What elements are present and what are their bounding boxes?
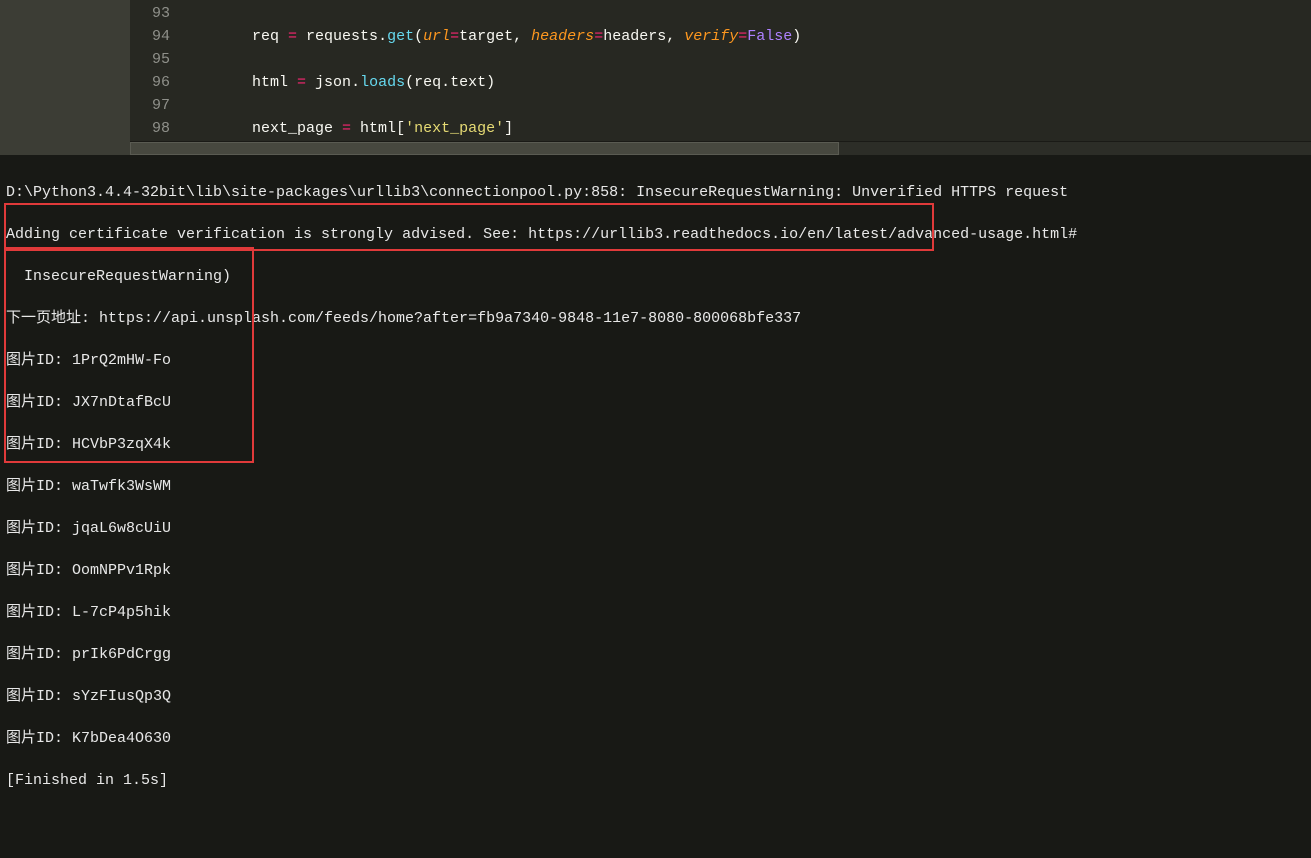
code-line[interactable]: next_page = html['next_page']	[180, 117, 801, 140]
console-line: 图片ID: L-7cP4p5hik	[6, 602, 1305, 623]
console-line: 图片ID: HCVbP3zqX4k	[6, 434, 1305, 455]
line-number: 95	[130, 48, 170, 71]
code-editor[interactable]: 93 94 95 96 97 98 req = requests.get(url…	[0, 0, 1311, 155]
line-number-gutter: 93 94 95 96 97 98	[130, 0, 180, 155]
console-finished-line: [Finished in 1.5s]	[6, 770, 1305, 791]
scrollbar-thumb[interactable]	[130, 142, 839, 155]
output-console[interactable]: D:\Python3.4.4-32bit\lib\site-packages\u…	[0, 157, 1311, 858]
line-number: 94	[130, 25, 170, 48]
console-line: InsecureRequestWarning)	[6, 266, 1305, 287]
line-number: 97	[130, 94, 170, 117]
console-line: 图片ID: JX7nDtafBcU	[6, 392, 1305, 413]
code-line[interactable]: html = json.loads(req.text)	[180, 71, 801, 94]
console-line: 图片ID: K7bDea4O630	[6, 728, 1305, 749]
line-number: 96	[130, 71, 170, 94]
console-line: 图片ID: jqaL6w8cUiU	[6, 518, 1305, 539]
console-line: 图片ID: 1PrQ2mHW-Fo	[6, 350, 1305, 371]
code-line[interactable]: req = requests.get(url=target, headers=h…	[180, 25, 801, 48]
console-line: 图片ID: OomNPPv1Rpk	[6, 560, 1305, 581]
line-number: 98	[130, 117, 170, 140]
minimap[interactable]	[0, 0, 130, 155]
console-line: 图片ID: waTwfk3WsWM	[6, 476, 1305, 497]
console-line: D:\Python3.4.4-32bit\lib\site-packages\u…	[6, 182, 1305, 203]
console-line: Adding certificate verification is stron…	[6, 224, 1305, 245]
console-line: 下一页地址: https://api.unsplash.com/feeds/ho…	[6, 308, 1305, 329]
code-content[interactable]: req = requests.get(url=target, headers=h…	[180, 0, 801, 155]
console-line: 图片ID: sYzFIusQp3Q	[6, 686, 1305, 707]
line-number: 93	[130, 2, 170, 25]
horizontal-scrollbar[interactable]	[130, 141, 1311, 155]
console-line: 图片ID: prIk6PdCrgg	[6, 644, 1305, 665]
